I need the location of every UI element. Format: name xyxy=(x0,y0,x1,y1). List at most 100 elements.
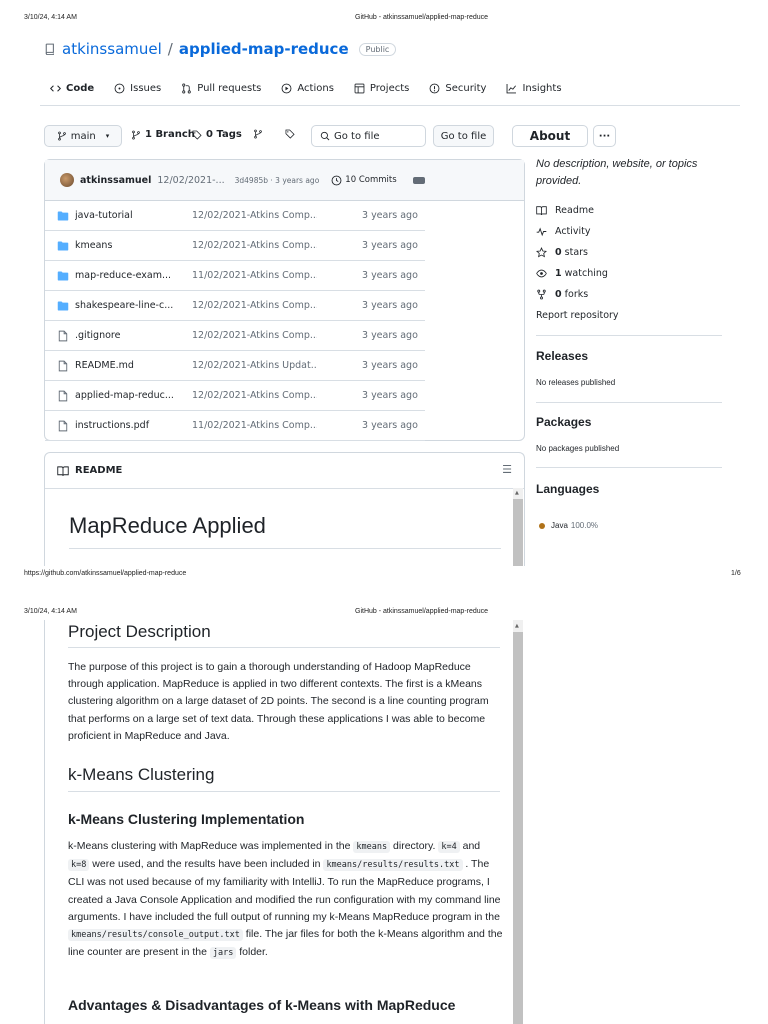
branch-icon xyxy=(57,131,66,141)
branches-link[interactable]: 1 Branch xyxy=(131,129,195,140)
commit-author[interactable]: atkinssamuel xyxy=(80,175,151,186)
tab-actions[interactable]: Actions xyxy=(271,72,344,106)
tags-link[interactable]: 0 Tags xyxy=(192,129,242,140)
file-commit-message[interactable]: 12/02/2021-Atkins Comp... xyxy=(192,390,317,401)
stars-label: stars xyxy=(564,247,589,258)
readme-label[interactable]: README xyxy=(75,465,122,476)
tab-security[interactable]: Security xyxy=(419,72,496,106)
impl-text-7: folder. xyxy=(236,946,268,959)
visibility-badge: Public xyxy=(358,42,397,56)
file-age: 3 years ago xyxy=(362,390,418,401)
file-commit-message[interactable]: 11/02/2021-Atkins Comp... xyxy=(192,270,317,281)
readme-header: README ☰ xyxy=(45,453,524,489)
folder-icon xyxy=(57,211,69,220)
pull-request-icon xyxy=(182,83,191,94)
latest-commit-row: atkinssamuel 12/02/2021-... 3d4985b · 3 … xyxy=(45,160,524,201)
folder-icon xyxy=(57,271,69,280)
watching-link[interactable]: 1 watching xyxy=(536,268,608,279)
history-icon xyxy=(331,175,342,185)
releases-heading[interactable]: Releases xyxy=(536,349,588,363)
pulse-icon xyxy=(536,227,547,237)
file-row[interactable]: java-tutorial 12/02/2021-Atkins Comp... 3 … xyxy=(45,201,425,231)
file-commit-message[interactable]: 11/02/2021-Atkins Comp... xyxy=(192,420,317,431)
impl-text-2: directory. xyxy=(390,840,439,852)
tab-projects[interactable]: Projects xyxy=(344,72,419,106)
packages-text: No packages published xyxy=(536,444,620,453)
file-age: 3 years ago xyxy=(362,240,418,251)
readme-scrollbar-thumb[interactable] xyxy=(513,499,523,566)
readme-scrollbar-thumb-2[interactable] xyxy=(513,632,523,1024)
watching-label: watching xyxy=(564,268,608,279)
file-icon xyxy=(58,390,68,401)
tag-mini-button[interactable] xyxy=(285,129,295,139)
chevron-down-icon: ▾ xyxy=(105,132,110,140)
code-kmeans-dir: kmeans xyxy=(353,841,391,853)
readme-link-label: Readme xyxy=(555,205,594,216)
file-name-link[interactable]: README.md xyxy=(75,360,185,371)
file-name-link[interactable]: kmeans xyxy=(75,240,185,251)
file-commit-message[interactable]: 12/02/2021-Atkins Comp... xyxy=(192,330,317,341)
avatar[interactable] xyxy=(60,173,74,187)
file-name-link[interactable]: applied-map-reduc... xyxy=(75,390,185,401)
file-row[interactable]: README.md 12/02/2021-Atkins Updat... 3 yea… xyxy=(45,351,425,381)
paragraph-project-description: The purpose of this project is to gain a… xyxy=(68,661,489,742)
file-commit-message[interactable]: 12/02/2021-Atkins Comp... xyxy=(192,240,317,251)
tab-projects-label: Projects xyxy=(369,83,410,94)
tab-pull-requests[interactable]: Pull requests xyxy=(171,72,271,106)
commits-count-link[interactable]: 10 Commits xyxy=(345,175,396,185)
code-icon xyxy=(50,85,61,92)
forks-link[interactable]: 0 forks xyxy=(536,289,588,300)
readme-link[interactable]: Readme xyxy=(536,205,594,216)
language-java[interactable]: Java 100.0% xyxy=(539,521,598,530)
file-row[interactable]: kmeans 12/02/2021-Atkins Comp... 3 years a… xyxy=(45,231,425,261)
scroll-up-arrow[interactable]: ▲ xyxy=(515,490,519,496)
branch-mini-button[interactable] xyxy=(253,129,263,139)
file-commit-message[interactable]: 12/02/2021-Atkins Comp... xyxy=(192,300,317,311)
stars-link[interactable]: 0 stars xyxy=(536,247,588,258)
repo-name-link[interactable]: applied-map-reduce xyxy=(179,40,349,58)
report-repository-link[interactable]: Report repository xyxy=(536,310,619,321)
commit-hash-age[interactable]: 3d4985b · 3 years ago xyxy=(235,176,320,185)
file-name-link[interactable]: instructions.pdf xyxy=(75,420,185,431)
file-name-link[interactable]: java-tutorial xyxy=(75,210,185,221)
file-name-link[interactable]: map-reduce-exam... xyxy=(75,270,185,281)
file-commit-message[interactable]: 12/02/2021-Atkins Comp... xyxy=(192,210,317,221)
list-icon[interactable]: ☰ xyxy=(502,463,512,476)
file-row[interactable]: instructions.pdf 11/02/2021-Atkins Comp..… xyxy=(45,411,425,441)
language-color-dot xyxy=(539,522,545,529)
file-name-link[interactable]: .gitignore xyxy=(75,330,185,341)
file-search-placeholder: Go to file xyxy=(334,130,380,142)
file-name-link[interactable]: shakespeare-line-c... xyxy=(75,300,185,311)
tab-insights[interactable]: Insights xyxy=(496,72,571,106)
repo-owner-link[interactable]: atkinssamuel xyxy=(62,40,162,58)
file-search-input[interactable]: Go to file xyxy=(311,125,426,147)
branch-count: 1 Branch xyxy=(145,129,195,140)
scroll-up-arrow-2[interactable]: ▲ xyxy=(515,623,519,629)
commit-details-icon[interactable] xyxy=(412,176,425,184)
repo-icon xyxy=(45,43,54,55)
file-row[interactable]: .gitignore 12/02/2021-Atkins Comp... 3 yea… xyxy=(45,321,425,351)
tab-code[interactable]: Code xyxy=(40,72,104,106)
activity-link[interactable]: Activity xyxy=(536,226,591,237)
commit-message[interactable]: 12/02/2021-... xyxy=(157,175,224,186)
file-row[interactable]: shakespeare-line-c... 12/02/2021-Atkins C… xyxy=(45,291,425,321)
fork-icon xyxy=(537,289,546,300)
language-name: Java xyxy=(551,521,568,530)
about-button[interactable]: About xyxy=(512,125,588,147)
file-icon xyxy=(58,420,68,431)
watching-count: 1 xyxy=(555,268,562,279)
go-to-file-button[interactable]: Go to file xyxy=(433,125,494,147)
file-commit-message[interactable]: 12/02/2021-Atkins Updat... xyxy=(192,360,317,371)
table-icon xyxy=(354,83,365,94)
branch-icon xyxy=(254,129,262,139)
file-row[interactable]: map-reduce-exam... 11/02/2021-Atkins Comp… xyxy=(45,261,425,291)
packages-heading[interactable]: Packages xyxy=(536,415,591,429)
stars-count: 0 xyxy=(555,247,562,258)
play-icon xyxy=(281,83,292,94)
tab-issues[interactable]: Issues xyxy=(104,72,171,106)
branch-select-button[interactable]: main ▾ xyxy=(44,125,122,147)
file-age: 3 years ago xyxy=(362,360,418,371)
more-options-button[interactable]: ··· xyxy=(593,125,616,147)
file-row[interactable]: applied-map-reduc... 12/02/2021-Atkins Co… xyxy=(45,381,425,411)
tab-issues-label: Issues xyxy=(130,83,162,94)
